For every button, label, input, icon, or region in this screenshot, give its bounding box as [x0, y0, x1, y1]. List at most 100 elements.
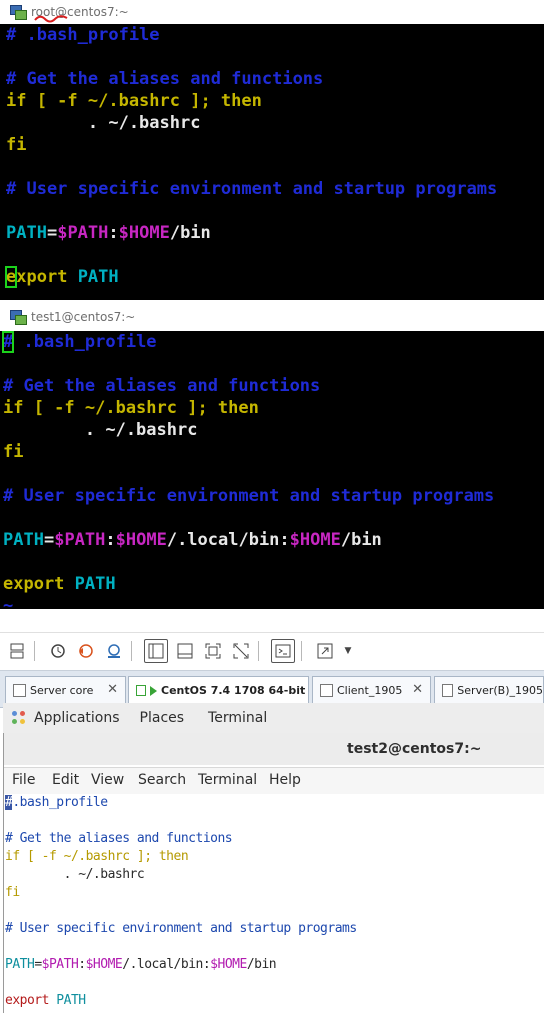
terminal-line: if [ -f ~/.bashrc ]; then [6, 90, 262, 112]
tab-label: Server core [30, 684, 94, 697]
chevron-down-icon[interactable]: ▼ [342, 640, 354, 662]
terminal-text: .bash_profile [13, 332, 157, 352]
terminal-line: PATH=$PATH:$HOME/bin [6, 222, 211, 244]
unity-icon[interactable] [230, 640, 252, 662]
terminal-text: PATH [6, 223, 47, 243]
tab-server-core[interactable]: Server core ✕ [5, 676, 126, 704]
putty-titlebar-test1[interactable]: test1@centos7:~ [0, 305, 544, 329]
terminal-line: ~ [3, 595, 13, 609]
applications-menu[interactable]: Applications [34, 710, 120, 726]
snapshot-icon[interactable] [47, 640, 69, 662]
terminal-root[interactable]: # .bash_profile # Get the aliases and fun… [0, 24, 544, 300]
text-cursor: # [1, 331, 15, 353]
terminal-line: fi [5, 884, 20, 902]
terminal-text: PATH [74, 574, 116, 594]
putty-titlebar-root[interactable]: root@centos7:~ [0, 0, 544, 24]
menu-file[interactable]: File [12, 772, 35, 788]
terminal-line: . ~/.bashrc [5, 866, 145, 884]
terminal-line: fi [6, 134, 26, 156]
terminal-text: /bin [246, 957, 277, 972]
terminal-line: PATH=$PATH:$HOME/.local/bin:$HOME/bin [3, 529, 382, 551]
terminal-text: $PATH [41, 957, 79, 972]
applications-icon [12, 711, 26, 725]
terminal-line: # User specific environment and startup … [3, 485, 494, 507]
tab-label: Client_1905 [337, 684, 403, 697]
terminal-line: # Get the aliases and functions [6, 68, 323, 90]
terminal-text: $PATH [57, 223, 109, 243]
network-icon[interactable] [6, 640, 28, 662]
terminal-text: xport [16, 267, 68, 287]
gnome-top-bar: Applications Places Terminal [3, 703, 544, 734]
sidebar-toggle-icon[interactable] [144, 639, 168, 663]
menu-search[interactable]: Search [138, 772, 186, 788]
menu-edit[interactable]: Edit [52, 772, 79, 788]
terminal-text: = [46, 223, 58, 243]
terminal-text: if [ -f ~/.bashrc ]; then [6, 91, 262, 111]
terminal-text: $HOME [289, 530, 341, 550]
terminal-text: fi [5, 885, 20, 900]
tab-label: CentOS 7.4 1708 64-bit [161, 684, 306, 697]
terminal-text: # User specific environment and startup … [5, 921, 357, 936]
menu-view[interactable]: View [91, 772, 124, 788]
terminal-line: export PATH [5, 992, 86, 1010]
vm-icon [320, 684, 333, 697]
fullscreen-icon[interactable] [202, 640, 224, 662]
terminal-text: : [108, 223, 119, 243]
terminal-text: $PATH [54, 530, 106, 550]
terminal-titlebar[interactable]: test2@centos7:~ [4, 733, 544, 765]
terminal-line: # User specific environment and startup … [6, 178, 497, 200]
console-icon[interactable] [271, 639, 295, 663]
terminal-line: # Get the aliases and functions [5, 830, 233, 848]
tab-centos[interactable]: CentOS 7.4 1708 64-bit [128, 676, 309, 704]
terminal-line: if [ -f ~/.bashrc ]; then [5, 848, 189, 866]
vm-icon [13, 684, 26, 697]
terminal-line: export PATH [3, 573, 116, 595]
window-title: test2@centos7:~ [347, 741, 482, 757]
terminal-text: . ~/.bashrc [3, 420, 198, 440]
tab-server-b-1905[interactable]: Server(B)_1905 [434, 676, 544, 704]
toolbar-divider [258, 641, 259, 661]
terminal-app-menu[interactable]: Terminal [208, 710, 267, 726]
terminal-text: PATH [5, 957, 35, 972]
vm-toolbar: ▼ [0, 632, 544, 669]
terminal-text: ~ [3, 596, 14, 609]
terminal-line: #.bash_profile [5, 794, 108, 812]
terminal-text: . ~/.bashrc [5, 867, 145, 882]
terminal-text: /bin [169, 223, 211, 243]
thumbnail-bar-icon[interactable] [174, 640, 196, 662]
terminal-text: # User specific environment and startup … [3, 486, 495, 506]
revert-snapshot-icon[interactable] [75, 640, 97, 662]
terminal-line: PATH=$PATH:$HOME/.local/bin:$HOME/bin [5, 956, 277, 974]
terminal-text: $HOME [85, 957, 123, 972]
terminal-text: fi [6, 135, 27, 155]
terminal-text: # User specific environment and startup … [6, 179, 498, 199]
close-icon[interactable]: ✕ [412, 682, 423, 697]
terminal-text: # Get the aliases and functions [3, 376, 321, 396]
terminal-line: fi [3, 441, 23, 463]
menu-terminal[interactable]: Terminal [198, 772, 257, 788]
terminal-line: . ~/.bashrc [3, 419, 198, 441]
terminal-test1[interactable]: # .bash_profile # Get the aliases and fun… [0, 331, 544, 609]
terminal-test2[interactable]: #.bash_profile # Get the aliases and func… [4, 794, 544, 1013]
menu-help[interactable]: Help [269, 772, 301, 788]
manage-snapshots-icon[interactable] [103, 640, 125, 662]
terminal-text: fi [3, 442, 24, 462]
menu-bar: File Edit View Search Terminal Help [4, 767, 544, 795]
terminal-line: # .bash_profile [1, 331, 157, 353]
putty-icon [9, 309, 27, 325]
gnome-terminal-window: test2@centos7:~ File Edit View Search Te… [3, 733, 544, 1013]
terminal-text: # Get the aliases and functions [5, 831, 233, 846]
terminal-text: . ~/.bashrc [6, 113, 201, 133]
close-icon[interactable]: ✕ [107, 682, 118, 697]
vm-icon [442, 684, 454, 697]
terminal-text: .bash_profile [12, 795, 108, 810]
terminal-line: if [ -f ~/.bashrc ]; then [3, 397, 259, 419]
tab-client-1905[interactable]: Client_1905 ✕ [312, 676, 431, 704]
stretch-icon[interactable] [314, 640, 336, 662]
terminal-text: /.local/bin: [122, 957, 211, 972]
places-menu[interactable]: Places [140, 710, 185, 726]
terminal-text: # Get the aliases and functions [6, 69, 324, 89]
terminal-line: # User specific environment and startup … [5, 920, 357, 938]
terminal-text: /bin [340, 530, 382, 550]
annotation-underline [34, 15, 68, 23]
